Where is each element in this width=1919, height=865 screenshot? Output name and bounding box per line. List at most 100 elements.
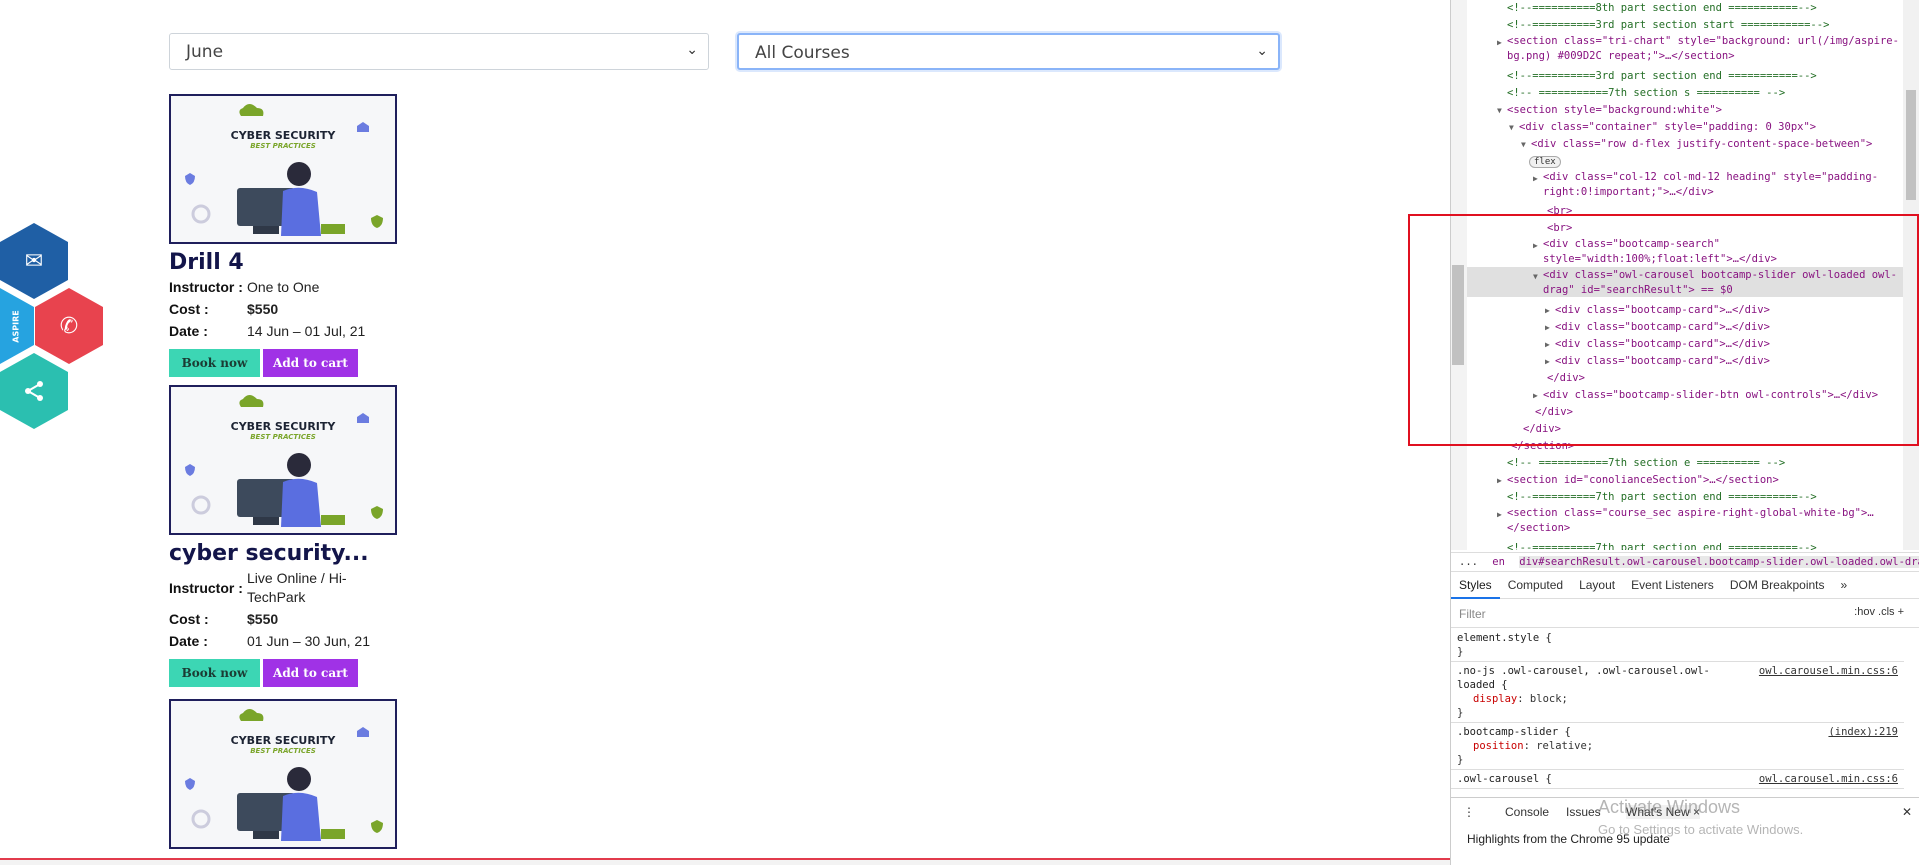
cyber-security-illustration (185, 709, 383, 841)
drawer-menu-icon[interactable]: ⋮ (1463, 805, 1475, 819)
dom-node-text: <section id="conolianceSection">…</secti… (1507, 474, 1779, 486)
date-row: Date : 01 Jun – 30 Jun, 21 (169, 632, 429, 651)
image-subtitle: BEST PRACTICES (250, 433, 316, 441)
flex-badge-text: flex (1529, 156, 1561, 168)
dom-node-text: <section style="background:white"> (1507, 104, 1722, 116)
more-tabs-button[interactable]: » (1833, 573, 1856, 597)
flex-badge[interactable]: flex (1529, 153, 1561, 169)
instructor-value: One to One (247, 279, 320, 295)
filter-input[interactable]: Filter (1459, 607, 1486, 621)
cyber-security-illustration (185, 395, 383, 527)
cost-value: $550 (247, 611, 279, 627)
rule-property[interactable]: display: block; (1457, 692, 1898, 706)
aspire-tab[interactable]: ASPIRE (0, 288, 34, 364)
dom-node[interactable]: ▼ <div class="row d-flex justify-content-… (1521, 136, 1872, 152)
dom-node[interactable]: <!--==========7th part section end =====… (1507, 540, 1817, 550)
cost-value: $550 (247, 301, 279, 317)
prop-value: block; (1529, 693, 1568, 705)
dom-node-text: <section class="course_sec aspire-right-… (1507, 507, 1874, 534)
rule-source[interactable]: (index):219 (1828, 725, 1898, 739)
image-subtitle: BEST PRACTICES (250, 747, 316, 755)
course-title[interactable]: cyber security... (169, 541, 429, 566)
bootcamp-card: CYBER SECURITY BEST PRACTICES (169, 699, 429, 849)
instructor-label: Instructor : (169, 579, 243, 596)
breadcrumb: ... en div#searchResult.owl-carousel.boo… (1451, 552, 1919, 572)
course-title[interactable]: Drill 4 (169, 250, 429, 275)
share-icon (25, 381, 43, 401)
tab-layout[interactable]: Layout (1571, 573, 1623, 597)
bootcamp-card: CYBER SECURITY BEST PRACTICES Drill 4 In… (169, 94, 429, 377)
dom-node[interactable]: ▶ <div class="col-12 col-md-12 heading" s… (1533, 170, 1904, 198)
tab-computed[interactable]: Computed (1500, 573, 1571, 597)
chevron-down-icon: ⌄ (1256, 43, 1268, 59)
bootcamp-card: CYBER SECURITY BEST PRACTICES cyber secu… (169, 385, 429, 687)
rule-property[interactable]: position: relative; (1457, 739, 1898, 753)
breadcrumb-en[interactable]: en (1492, 556, 1505, 568)
scroll-thumb[interactable] (1906, 90, 1916, 200)
styles-filter-bar: Filter :hov .cls + (1451, 600, 1919, 628)
course-image: CYBER SECURITY BEST PRACTICES (169, 385, 397, 535)
date-label: Date : (169, 323, 208, 339)
date-value: 01 Jun – 30 Jun, 21 (247, 633, 370, 649)
filter-controls[interactable]: :hov .cls + (1854, 606, 1904, 618)
dom-node[interactable]: <!--==========3rd part section end =====… (1507, 68, 1817, 84)
tab-styles[interactable]: Styles (1451, 573, 1500, 599)
add-to-cart-button[interactable]: Add to cart (263, 349, 358, 377)
dom-node[interactable]: ▶ <section class="course_sec aspire-right… (1497, 506, 1904, 534)
mail-button[interactable]: ✉ (0, 223, 68, 299)
styles-tabs: Styles Computed Layout Event Listeners DOM B… (1451, 573, 1919, 599)
tab-issues[interactable]: Issues (1566, 805, 1601, 819)
cost-label: Cost : (169, 301, 209, 317)
dom-node[interactable]: <!-- ===========7th section e ==========… (1507, 455, 1785, 471)
bottom-toolbar (0, 858, 1450, 865)
rule-source[interactable]: owl.carousel.min.css:6 (1759, 772, 1898, 786)
book-now-button[interactable]: Book now (169, 349, 260, 377)
breadcrumb-selected[interactable]: div#searchResult.owl-carousel.bootcamp-s… (1519, 556, 1919, 568)
instructor-value: Live Online / Hi-TechPark (247, 570, 347, 605)
dom-node[interactable]: ▶ <section id="conolianceSection">…</sect… (1497, 472, 1779, 488)
add-to-cart-button[interactable]: Add to cart (263, 659, 358, 687)
rule-source[interactable]: owl.carousel.min.css:6 (1759, 664, 1898, 678)
prop-name: position (1473, 740, 1524, 752)
phone-button[interactable]: ✆ (35, 288, 103, 364)
month-select-value: June (186, 42, 224, 62)
share-button[interactable] (0, 353, 68, 429)
dom-node[interactable]: <!--==========3rd part section start ===… (1507, 17, 1829, 33)
instructor-label: Instructor : (169, 279, 243, 295)
cost-row: Cost : $550 (169, 300, 429, 319)
mail-icon: ✉ (24, 248, 44, 273)
styles-pane: element.style { } owl.carousel.min.css:6… (1451, 629, 1904, 795)
cost-row: Cost : $550 (169, 610, 429, 629)
phone-icon: ✆ (59, 313, 79, 338)
instructor-row: Instructor : Live Online / Hi-TechPark (169, 569, 429, 607)
dom-node[interactable]: <!-- ===========7th section s ==========… (1507, 85, 1785, 101)
dom-node-text: <div class="container" style="padding: 0… (1519, 121, 1817, 133)
breadcrumb-dots[interactable]: ... (1459, 556, 1478, 568)
date-row: Date : 14 Jun – 01 Jul, 21 (169, 322, 429, 341)
css-rule[interactable]: owl.carousel.min.css:6 .no-js .owl-carou… (1451, 662, 1904, 723)
course-select[interactable]: All Courses ⌄ (737, 33, 1280, 70)
css-rule[interactable]: (index):219 .bootcamp-slider { position:… (1451, 723, 1904, 770)
cyber-security-illustration (185, 104, 383, 236)
dom-node[interactable]: <!--==========8th part section end =====… (1507, 0, 1817, 16)
dom-node[interactable]: <!--==========7th part section end =====… (1507, 489, 1817, 505)
tab-console[interactable]: Console (1505, 805, 1549, 819)
tab-dom-breakpoints[interactable]: DOM Breakpoints (1722, 573, 1833, 597)
rule-selector: element.style { (1457, 632, 1552, 644)
instructor-row: Instructor : One to One (169, 278, 429, 297)
css-rule[interactable]: owl.carousel.min.css:6 .owl-carousel { (1451, 770, 1904, 789)
month-select[interactable]: June ⌄ (169, 33, 709, 70)
dom-node[interactable]: ▶ <section class="tri-chart" style="backg… (1497, 34, 1904, 62)
dom-node[interactable]: ▼ <div class="container" style="padding: … (1509, 119, 1816, 135)
css-rule[interactable]: element.style { } (1451, 629, 1904, 662)
course-image: CYBER SECURITY BEST PRACTICES (169, 94, 397, 244)
tab-event-listeners[interactable]: Event Listeners (1623, 573, 1722, 597)
book-now-button[interactable]: Book now (169, 659, 260, 687)
image-title: CYBER SECURITY (230, 420, 336, 433)
course-select-value: All Courses (755, 43, 850, 63)
dom-node[interactable]: ▼ <section style="background:white"> (1497, 102, 1722, 118)
prop-name: display (1473, 693, 1518, 705)
close-icon[interactable]: ✕ (1902, 805, 1912, 819)
dom-node-text: <div class="col-12 col-md-12 heading" st… (1543, 171, 1879, 198)
chevron-down-icon: ⌄ (686, 42, 698, 58)
